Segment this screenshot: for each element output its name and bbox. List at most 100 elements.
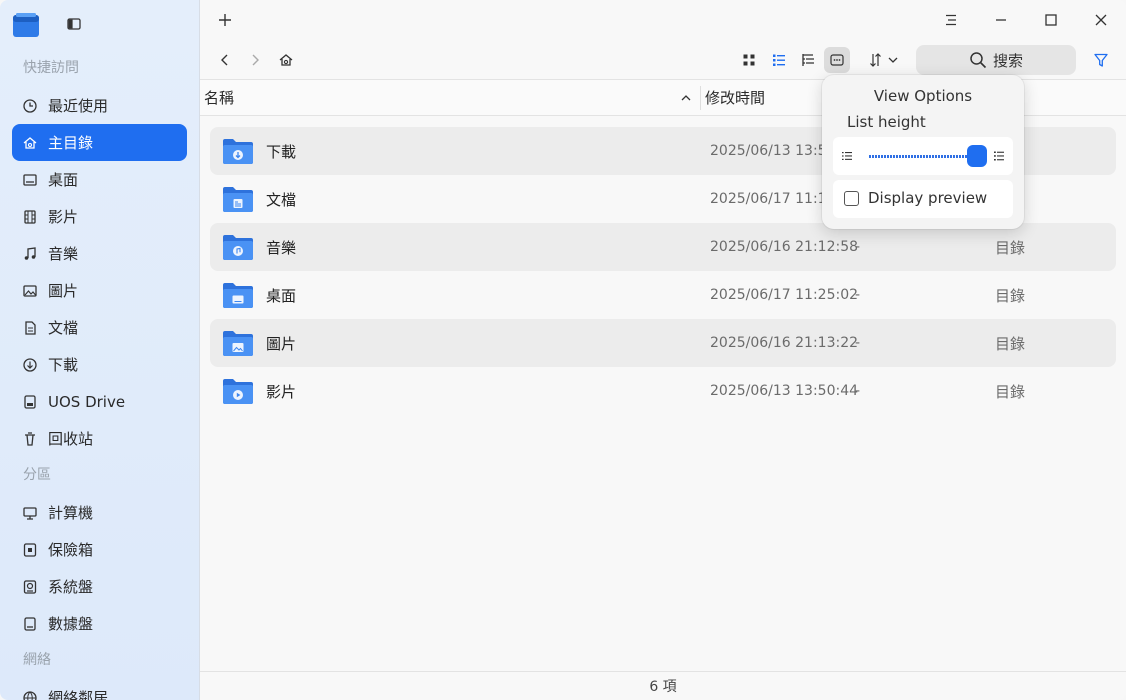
table-row[interactable]: 圖片 2025/06/16 21:13:22- 目錄 — [210, 319, 1116, 367]
tree-view-button[interactable] — [795, 47, 821, 73]
main-menu-button[interactable] — [936, 5, 966, 35]
display-preview-checkbox[interactable] — [844, 191, 859, 206]
display-preview-label: Display preview — [868, 189, 988, 207]
status-bar: 6 項 — [200, 671, 1126, 700]
filter-button[interactable] — [1088, 47, 1114, 73]
file-size: - — [855, 335, 861, 351]
file-type: 目錄 — [995, 286, 1026, 305]
sidebar: 快捷訪問 最近使用 主目錄 桌面 影片 音樂 圖片 文檔 下載 UOS Drive 回收站 分區 … — [0, 0, 200, 700]
minimize-button[interactable] — [986, 5, 1016, 35]
list-height-card — [833, 137, 1013, 175]
sidebar-header — [0, 0, 199, 50]
trash-icon — [22, 431, 38, 447]
sidebar-section-partitions: 分區 — [23, 467, 51, 483]
view-options-button[interactable] — [824, 47, 850, 73]
film-icon — [22, 209, 38, 225]
new-tab-button[interactable] — [210, 5, 240, 35]
home-icon — [22, 135, 38, 151]
maximize-button[interactable] — [1036, 5, 1066, 35]
filter-icon — [1094, 53, 1108, 67]
file-modified-time: 2025/06/16 21:13:22 — [710, 335, 859, 351]
grid-icon — [743, 54, 755, 66]
safe-icon — [22, 542, 38, 558]
file-size: - — [855, 239, 861, 255]
chevron-right-icon — [252, 54, 259, 66]
sidebar-item-partition-3[interactable]: 數據盤 — [12, 605, 187, 642]
drive-icon — [22, 616, 38, 632]
folder-document-icon — [223, 187, 253, 212]
sidebar-item-label: 影片 — [48, 208, 79, 226]
view-options-popover: View Options List height Display preview — [822, 75, 1024, 229]
file-name: 圖片 — [266, 334, 297, 353]
sidebar-item-quick-2[interactable]: 桌面 — [12, 161, 187, 198]
chevron-down-icon — [888, 57, 898, 63]
item-count: 6 項 — [649, 679, 677, 695]
table-row[interactable]: 桌面 2025/06/17 11:25:02- 目錄 — [210, 271, 1116, 319]
search-label: 搜索 — [992, 51, 1023, 70]
list-height-slider-handle[interactable] — [967, 145, 987, 167]
sidebar-toggle-icon[interactable] — [66, 16, 82, 32]
folder-video-icon — [223, 379, 253, 404]
file-manager-logo-icon — [13, 13, 39, 37]
clock-icon — [22, 98, 38, 114]
sort-ascending-icon — [681, 95, 691, 101]
table-row[interactable]: 影片 2025/06/13 13:50:44- 目錄 — [210, 367, 1116, 415]
sidebar-item-label: 系統盤 — [48, 578, 94, 596]
search-button[interactable]: 搜索 — [916, 45, 1076, 75]
column-header-modified[interactable]: 修改時間 — [705, 80, 765, 116]
sidebar-item-partition-1[interactable]: 保險箱 — [12, 531, 187, 568]
file-manager-window: 快捷訪問 最近使用 主目錄 桌面 影片 音樂 圖片 文檔 下載 UOS Drive 回收站 分區 … — [0, 0, 1126, 700]
sidebar-item-quick-1[interactable]: 主目錄 — [12, 124, 187, 161]
file-size: - — [855, 383, 861, 399]
toolbar: 搜索 — [200, 40, 1126, 80]
sidebar-item-label: 網絡鄰居 — [48, 689, 109, 700]
sidebar-item-partition-2[interactable]: 系統盤 — [12, 568, 187, 605]
column-header-name[interactable]: 名稱 — [204, 80, 234, 116]
file-type: 目錄 — [995, 238, 1026, 257]
file-name: 音樂 — [266, 238, 297, 257]
home-breadcrumb[interactable] — [273, 47, 299, 73]
cloud-drive-icon — [22, 394, 38, 410]
sidebar-item-quick-7[interactable]: 下載 — [12, 346, 187, 383]
list-view-button[interactable] — [766, 47, 792, 73]
file-type: 目錄 — [995, 334, 1026, 353]
computer-icon — [22, 505, 38, 521]
column-divider[interactable] — [700, 86, 701, 110]
chevron-left-icon — [221, 54, 228, 66]
folder-music-icon — [223, 235, 253, 260]
sort-button[interactable] — [864, 47, 904, 73]
list-compact-icon — [842, 152, 852, 160]
sidebar-item-quick-8[interactable]: UOS Drive — [12, 383, 187, 420]
file-modified-time: 2025/06/17 11:16 — [710, 191, 836, 207]
sidebar-item-label: 主目錄 — [48, 134, 94, 152]
folder-image-icon — [223, 331, 253, 356]
table-row[interactable]: 音樂 2025/06/16 21:12:58- 目錄 — [210, 223, 1116, 271]
sidebar-item-quick-0[interactable]: 最近使用 — [12, 87, 187, 124]
sidebar-section-network: 網絡 — [23, 652, 51, 668]
sidebar-item-quick-9[interactable]: 回收站 — [12, 420, 187, 457]
sidebar-item-quick-3[interactable]: 影片 — [12, 198, 187, 235]
file-name: 桌面 — [266, 286, 297, 305]
forward-button[interactable] — [242, 47, 268, 73]
close-button[interactable] — [1086, 5, 1116, 35]
file-size: - — [855, 287, 861, 303]
menu-icon — [946, 14, 956, 26]
file-name: 下載 — [266, 142, 297, 161]
list-height-slider-track[interactable] — [869, 155, 977, 158]
sidebar-item-quick-6[interactable]: 文檔 — [12, 309, 187, 346]
sidebar-item-quick-5[interactable]: 圖片 — [12, 272, 187, 309]
file-modified-time: 2025/06/13 13:50:44 — [710, 383, 859, 399]
search-icon — [970, 52, 987, 69]
sidebar-item-label: 下載 — [48, 356, 79, 374]
back-button[interactable] — [212, 47, 238, 73]
sidebar-item-quick-4[interactable]: 音樂 — [12, 235, 187, 272]
file-modified-time: 2025/06/13 13:50 — [710, 143, 836, 159]
sidebar-item-label: 保險箱 — [48, 541, 94, 559]
display-preview-card[interactable]: Display preview — [833, 180, 1013, 218]
sidebar-item-network-0[interactable]: 網絡鄰居 — [12, 679, 187, 700]
icon-view-button[interactable] — [736, 47, 762, 73]
sidebar-item-partition-0[interactable]: 計算機 — [12, 494, 187, 531]
download-icon — [22, 357, 38, 373]
sidebar-item-label: 回收站 — [48, 430, 94, 448]
network-icon — [22, 690, 38, 700]
